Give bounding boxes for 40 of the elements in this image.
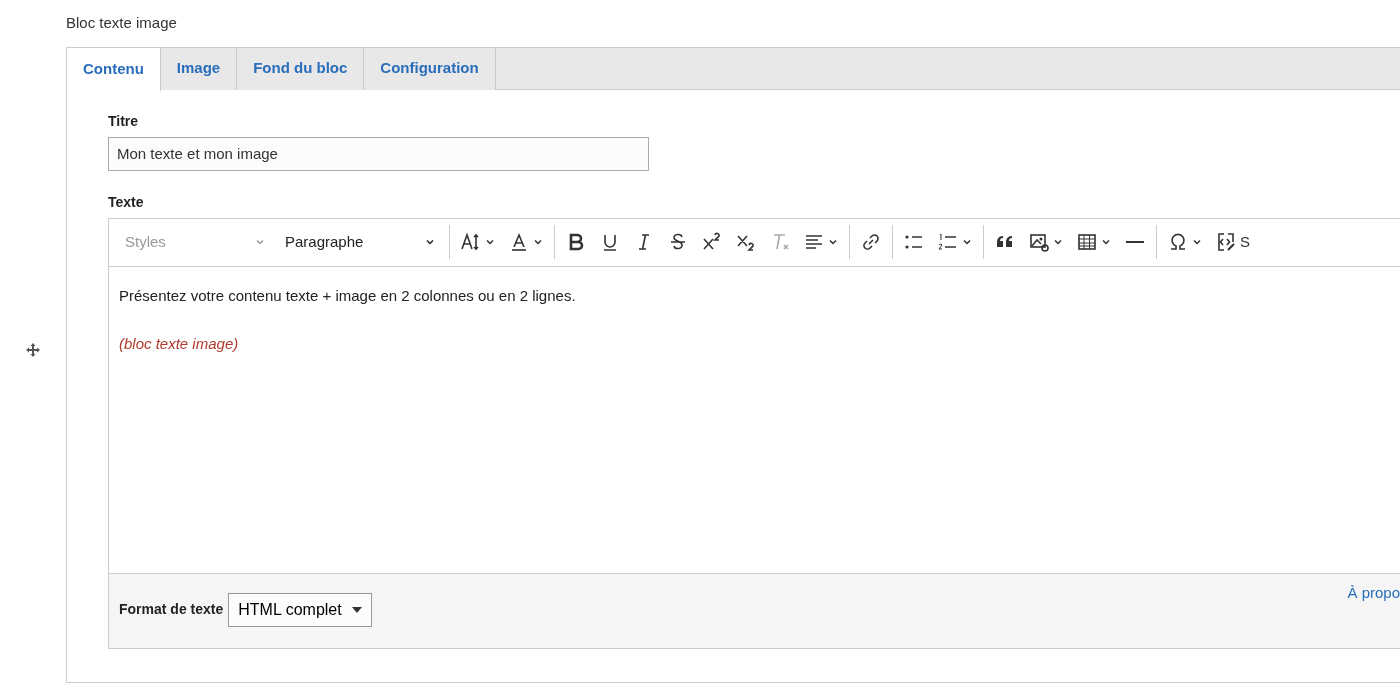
block-title: Bloc texte image xyxy=(66,13,177,33)
caret-icon xyxy=(425,237,435,247)
font-color-icon xyxy=(509,232,529,252)
caret-icon xyxy=(828,237,838,247)
caret-icon xyxy=(533,237,543,247)
caret-icon xyxy=(1192,237,1202,247)
caret-icon xyxy=(255,237,265,247)
format-select[interactable]: HTML complet xyxy=(228,592,372,627)
special-character-icon xyxy=(1168,232,1188,252)
field-label: Titre xyxy=(108,111,139,131)
move-icon[interactable] xyxy=(25,342,41,358)
heading-dropdown[interactable]: Paragraphe xyxy=(275,224,445,260)
tab[interactable]: Image xyxy=(160,47,238,90)
note-text: (bloc texte image) xyxy=(119,334,240,354)
numbered-list-icon xyxy=(938,232,958,252)
tab[interactable]: Fond du bloc xyxy=(237,47,365,90)
dropdown-arrow-icon xyxy=(351,606,362,613)
button-label: S xyxy=(1240,231,1250,252)
about-link[interactable]: À propo xyxy=(1347,581,1400,604)
table-icon xyxy=(1077,232,1097,252)
caret-icon xyxy=(962,237,972,247)
format-label: Format de texte xyxy=(119,600,224,619)
paragraph-text: Présentez votre contenu texte + image en 2 colonnes ou en 2 lignes. xyxy=(119,285,577,306)
caret-icon xyxy=(485,237,495,247)
tab[interactable]: Configuration xyxy=(364,47,496,90)
editor-content[interactable]: Présentez votre contenu texte + image en 2 colonnes ou en 2 lignes. (bloc texte image) xyxy=(109,266,1400,573)
strikethrough-icon xyxy=(668,232,688,252)
source-code-button[interactable]: S xyxy=(1209,224,1257,260)
field-label: Texte xyxy=(108,192,144,212)
title-input[interactable]: Mon texte et mon image xyxy=(108,136,649,171)
link-icon xyxy=(861,232,881,252)
tab[interactable]: Contenu xyxy=(67,47,161,91)
align-icon xyxy=(804,232,824,252)
superscript-icon xyxy=(702,232,722,252)
caret-icon xyxy=(1053,237,1063,247)
font-size-icon xyxy=(461,232,481,252)
horizontal-line-icon xyxy=(1125,241,1145,243)
image-icon xyxy=(1029,232,1049,252)
caret-icon xyxy=(1101,237,1111,247)
source-code-icon xyxy=(1216,232,1236,252)
